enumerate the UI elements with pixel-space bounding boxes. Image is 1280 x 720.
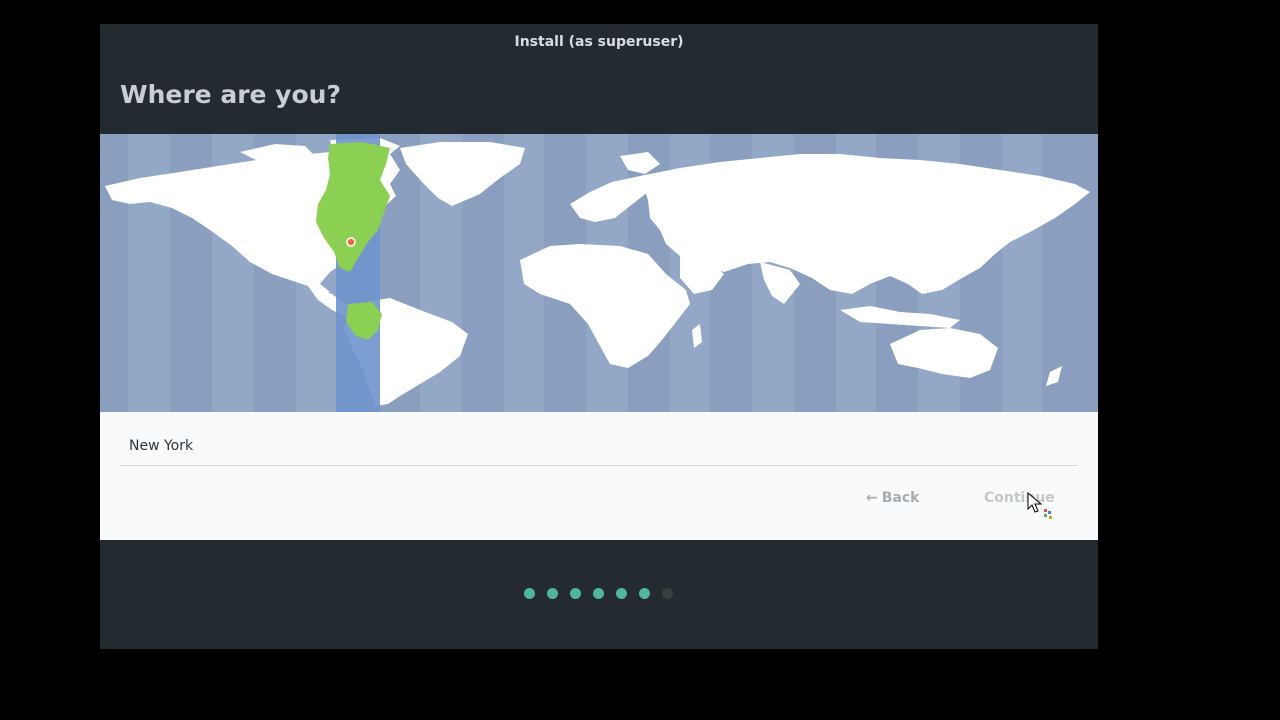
progress-dot bbox=[639, 588, 650, 599]
back-button-label: Back bbox=[881, 490, 920, 506]
world-map-graphic bbox=[100, 134, 1098, 412]
installer-window: Install (as superuser) Where are you? Ne… bbox=[100, 24, 1098, 649]
busy-cursor-icon bbox=[1027, 491, 1052, 519]
arrow-left-icon: ← bbox=[866, 490, 878, 506]
progress-dot bbox=[616, 588, 627, 599]
back-button[interactable]: ← Back bbox=[866, 486, 919, 510]
progress-dot bbox=[662, 588, 673, 599]
location-panel: ←Back Continue bbox=[100, 412, 1098, 540]
location-input[interactable] bbox=[120, 426, 1078, 466]
progress-dot bbox=[593, 588, 604, 599]
timezone-map[interactable] bbox=[100, 134, 1098, 412]
page-title: Where are you? bbox=[120, 80, 341, 109]
location-marker[interactable] bbox=[346, 237, 356, 247]
progress-dot bbox=[524, 588, 535, 599]
window-title: Install (as superuser) bbox=[514, 34, 684, 50]
progress-dot bbox=[547, 588, 558, 599]
progress-dot bbox=[570, 588, 581, 599]
